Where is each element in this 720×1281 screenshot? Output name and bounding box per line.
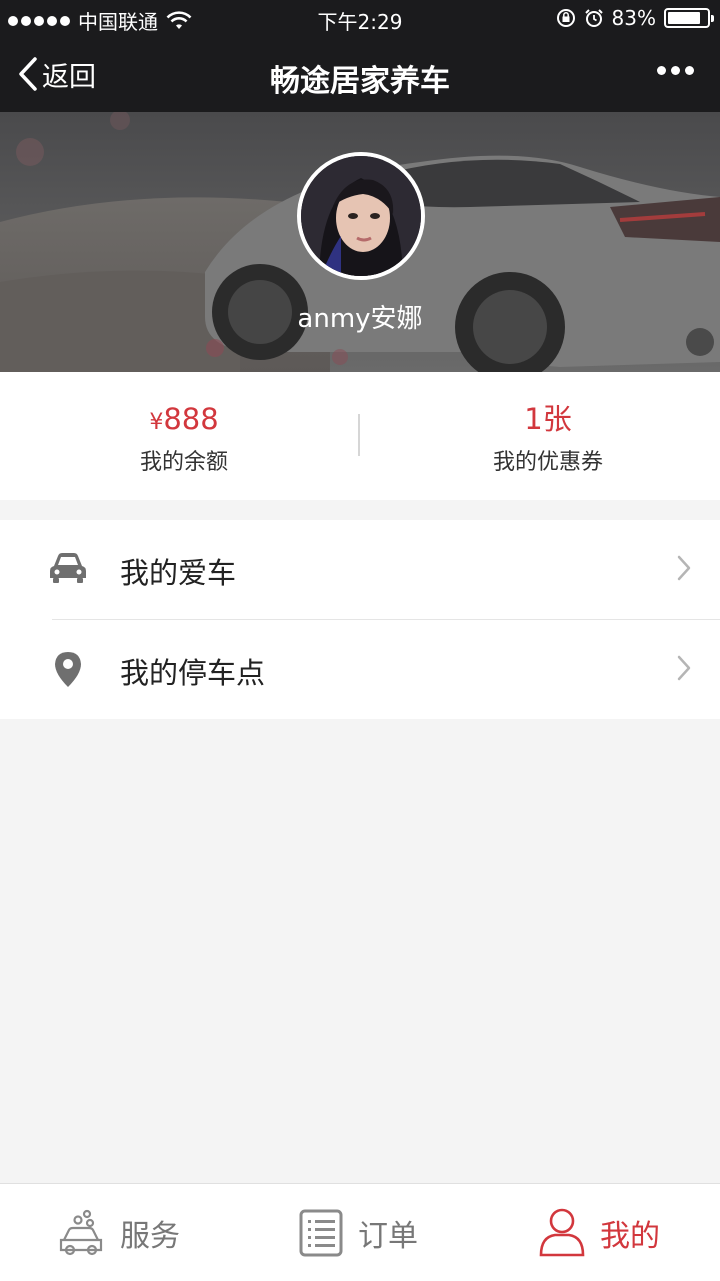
- nav-bar: 返回 畅途居家养车: [0, 36, 720, 112]
- coupons-value: 1张: [524, 402, 572, 436]
- balance-amount: 888: [163, 402, 219, 436]
- balance-stat[interactable]: ¥888 我的余额: [4, 400, 364, 476]
- profile-header: anmy安娜: [0, 112, 720, 372]
- alarm-icon: [584, 9, 603, 27]
- rotation-lock-icon: [556, 9, 575, 27]
- coupons-label: 我的优惠券: [492, 450, 603, 475]
- battery-level: [668, 12, 700, 24]
- car-wash-icon: [59, 1209, 103, 1255]
- tab-bar: 服务 订单 我的: [0, 1183, 720, 1281]
- battery-icon: [664, 8, 714, 28]
- more-options-button[interactable]: [657, 66, 694, 75]
- tab-orders[interactable]: 订单: [298, 1184, 418, 1281]
- balance-label: 我的余额: [139, 450, 228, 475]
- battery-percentage: 83%: [611, 6, 656, 30]
- menu-item-label: 我的停车点: [120, 656, 266, 690]
- tab-label: 我的: [600, 1218, 660, 1254]
- avatar[interactable]: [297, 152, 425, 280]
- avatar-image: [301, 156, 421, 276]
- chevron-right-icon: [677, 555, 691, 581]
- chevron-right-icon: [677, 655, 691, 681]
- coupons-stat[interactable]: 1张 我的优惠券: [368, 400, 720, 476]
- currency-symbol: ¥: [149, 410, 164, 435]
- tab-label: 服务: [120, 1218, 180, 1254]
- tab-profile[interactable]: 我的: [538, 1184, 660, 1281]
- menu-item-parking-spot[interactable]: 我的停车点: [52, 619, 720, 719]
- balance-value: ¥888: [4, 400, 364, 438]
- status-bar: 中国联通 下午2:29 83%: [0, 0, 720, 36]
- username: anmy安娜: [297, 304, 423, 334]
- page-title: 畅途居家养车: [270, 64, 450, 99]
- menu-list: 我的爱车 我的停车点: [0, 520, 720, 719]
- user-icon: [539, 1208, 585, 1256]
- car-icon: [50, 553, 86, 583]
- tab-label: 订单: [358, 1218, 418, 1254]
- order-list-icon: [299, 1209, 343, 1256]
- menu-item-label: 我的爱车: [120, 556, 237, 590]
- status-right: 83%: [556, 6, 714, 30]
- location-pin-icon: [55, 652, 81, 687]
- tab-service[interactable]: 服务: [56, 1184, 180, 1281]
- account-stats: ¥888 我的余额 1张 我的优惠券: [0, 372, 720, 500]
- stats-divider: [358, 414, 360, 456]
- menu-item-my-car[interactable]: 我的爱车: [0, 520, 720, 619]
